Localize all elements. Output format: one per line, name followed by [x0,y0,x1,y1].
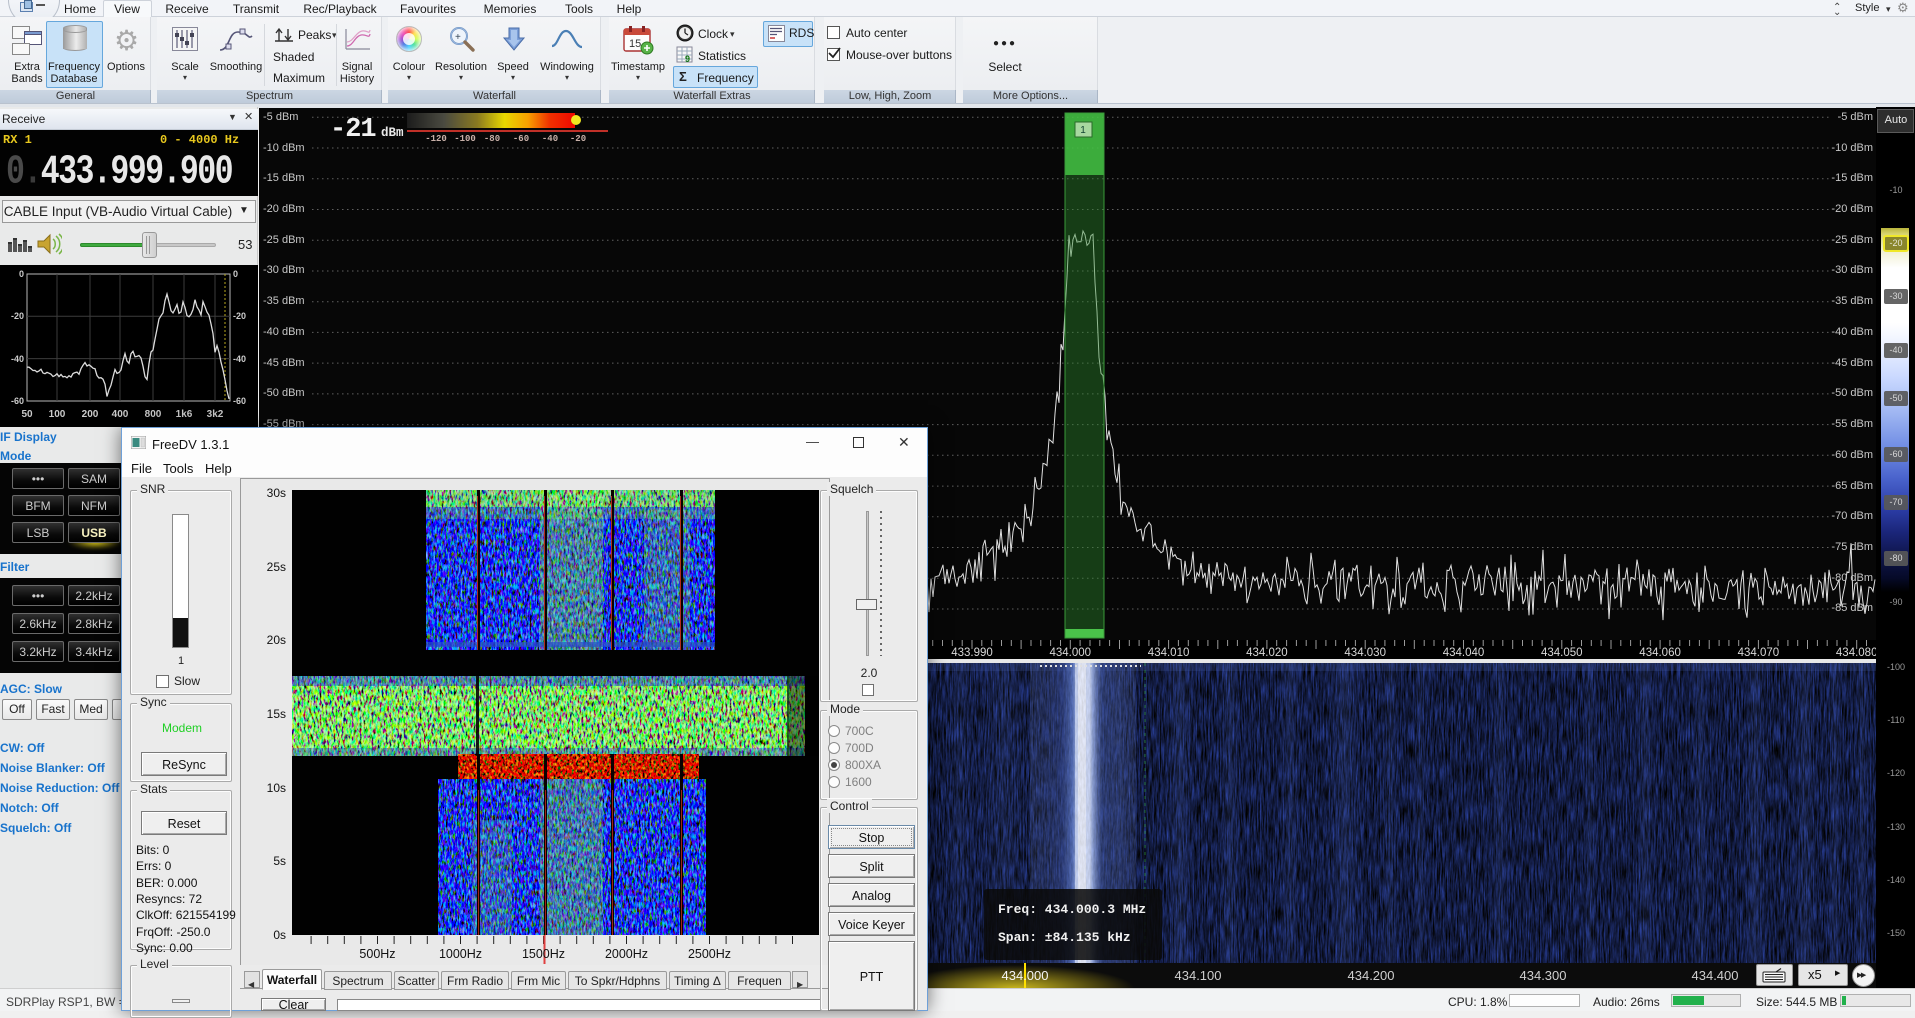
svg-text:-20: -20 [233,311,246,321]
svg-text:1500Hz: 1500Hz [522,947,565,961]
svg-text:9: 9 [685,54,690,64]
svg-text:+: + [455,32,461,43]
svg-text:15: 15 [629,38,641,50]
svg-text:434.030: 434.030 [1344,647,1386,659]
svg-text:2500Hz: 2500Hz [688,947,731,961]
svg-text:434.070: 434.070 [1738,647,1780,659]
svg-text:400: 400 [112,409,129,420]
svg-text:50: 50 [21,409,33,420]
svg-text:2000Hz: 2000Hz [605,947,648,961]
svg-text:-40: -40 [11,354,24,364]
svg-text:100: 100 [49,409,66,420]
svg-text:434.010: 434.010 [1148,647,1190,659]
svg-text:1000Hz: 1000Hz [439,947,482,961]
svg-text:1k6: 1k6 [176,409,193,420]
svg-text:3k2: 3k2 [207,409,224,420]
svg-text:434.050: 434.050 [1541,647,1583,659]
svg-text:800: 800 [145,409,162,420]
svg-text:0: 0 [233,269,238,279]
svg-text:0: 0 [19,269,24,279]
svg-text:434.000: 434.000 [1050,647,1092,659]
svg-text:500Hz: 500Hz [359,947,395,961]
svg-text:434.020: 434.020 [1246,647,1288,659]
svg-text:433.990: 433.990 [951,647,993,659]
svg-text:-60: -60 [233,396,246,406]
svg-text:434.060: 434.060 [1639,647,1681,659]
svg-text:-60: -60 [11,396,24,406]
svg-text:434.040: 434.040 [1443,647,1485,659]
svg-text:-40: -40 [233,354,246,364]
svg-text:200: 200 [82,409,99,420]
svg-text:-20: -20 [11,311,24,321]
svg-text:434.080: 434.080 [1836,647,1876,659]
svg-text:1: 1 [1080,125,1086,136]
